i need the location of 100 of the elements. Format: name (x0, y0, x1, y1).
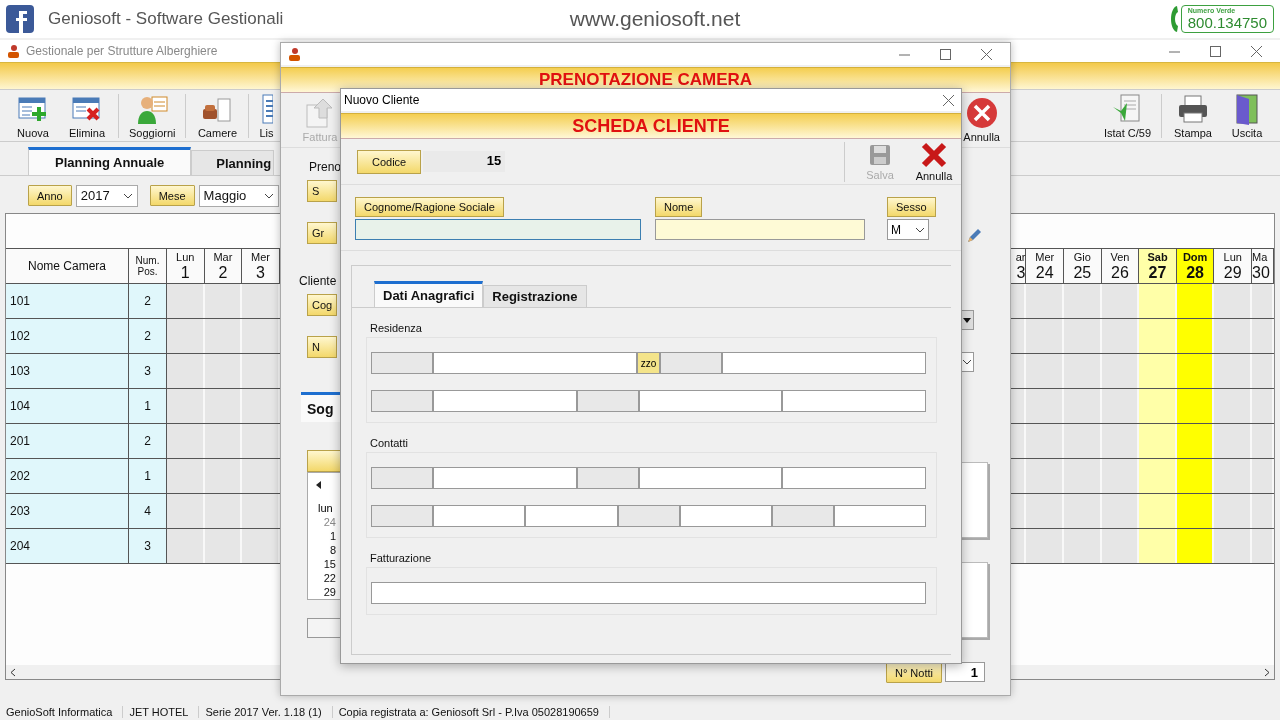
day-cell[interactable] (204, 284, 243, 318)
tab[interactable]: Planning Annuale (28, 147, 192, 175)
social-icon[interactable] (6, 5, 34, 33)
day-cell[interactable] (1101, 424, 1140, 458)
nights-button[interactable]: N° Notti (885, 662, 942, 683)
day-cell[interactable] (1176, 354, 1215, 388)
field-label-button[interactable]: Cog (307, 294, 338, 316)
tab[interactable]: Planning (191, 150, 275, 175)
toolbar-button[interactable]: Soggiorni (123, 90, 182, 141)
day-cell[interactable] (167, 494, 205, 528)
day-cell[interactable] (204, 424, 243, 458)
day-cell[interactable] (1139, 389, 1177, 423)
calendar-day[interactable]: 1 (329, 529, 340, 543)
toolbar-button[interactable]: Lis (253, 90, 278, 141)
scroll-right-icon[interactable] (1264, 667, 1270, 677)
day-cell[interactable] (204, 494, 243, 528)
day-cell[interactable] (204, 354, 243, 388)
input-field[interactable] (433, 352, 637, 374)
tab[interactable]: Sog (301, 392, 341, 422)
pencil-icon[interactable] (966, 228, 982, 244)
field-label-button[interactable]: Cognome/Ragione Sociale (355, 197, 504, 217)
input-field[interactable] (638, 390, 783, 412)
day-cell[interactable] (1101, 319, 1140, 353)
day-cell[interactable] (1214, 319, 1252, 353)
sex-select[interactable]: M (887, 219, 929, 240)
day-cell[interactable] (1139, 424, 1177, 458)
day-cell[interactable] (1214, 424, 1252, 458)
day-cell[interactable] (1026, 494, 1065, 528)
day-cell[interactable] (1176, 494, 1215, 528)
day-cell[interactable] (167, 319, 205, 353)
day-cell[interactable] (1101, 284, 1140, 318)
code-button[interactable]: Codice (357, 149, 422, 174)
day-cell[interactable] (1139, 284, 1177, 318)
input-field[interactable] (371, 582, 926, 604)
input-field[interactable] (355, 219, 641, 240)
day-cell[interactable] (1101, 494, 1140, 528)
maximize-icon[interactable] (1210, 45, 1221, 57)
day-cell[interactable] (1026, 459, 1065, 493)
toolbar-button[interactable]: Nuova (6, 90, 60, 141)
input-field[interactable] (525, 505, 618, 527)
day-cell[interactable] (167, 389, 205, 423)
day-cell[interactable] (167, 459, 205, 493)
calendar-day[interactable]: 15 (323, 557, 340, 571)
day-cell[interactable] (1064, 494, 1102, 528)
input-field[interactable] (833, 505, 926, 527)
day-cell[interactable] (1214, 459, 1252, 493)
day-cell[interactable] (1214, 354, 1252, 388)
field-label-button[interactable]: Nome (655, 197, 703, 217)
day-cell[interactable] (1064, 459, 1102, 493)
day-cell[interactable] (1026, 319, 1065, 353)
input-field[interactable] (782, 390, 926, 412)
input-field[interactable] (655, 219, 865, 240)
close-icon[interactable] (943, 94, 954, 106)
day-cell[interactable] (242, 529, 280, 563)
toolbar-button[interactable]: Elimina (60, 90, 114, 141)
day-cell[interactable] (1252, 424, 1274, 458)
day-cell[interactable] (1101, 529, 1140, 563)
day-cell[interactable] (167, 354, 205, 388)
toolbar-button[interactable]: Stampa (1166, 90, 1220, 141)
day-cell[interactable] (204, 459, 243, 493)
input-field[interactable] (679, 505, 772, 527)
day-cell[interactable] (1176, 284, 1215, 318)
day-cell[interactable] (1064, 284, 1102, 318)
input-field[interactable] (433, 390, 577, 412)
input-field[interactable] (638, 467, 783, 489)
day-cell[interactable] (242, 459, 280, 493)
day-cell[interactable] (1252, 529, 1274, 563)
option-button[interactable]: Gr (307, 222, 337, 244)
day-cell[interactable] (1064, 354, 1102, 388)
day-cell[interactable] (1139, 319, 1177, 353)
input-field[interactable] (307, 618, 341, 638)
day-cell[interactable] (1101, 389, 1140, 423)
day-cell[interactable] (242, 284, 280, 318)
day-cell[interactable] (1176, 424, 1215, 458)
input-field[interactable] (433, 467, 577, 489)
close-icon[interactable] (981, 48, 992, 60)
day-cell[interactable] (204, 529, 243, 563)
day-cell[interactable] (242, 494, 280, 528)
day-cell[interactable] (1252, 459, 1274, 493)
day-cell[interactable] (1026, 529, 1065, 563)
year-select[interactable]: 2017 (75, 184, 138, 207)
day-cell[interactable] (1176, 459, 1215, 493)
calendar-day[interactable]: 24 (323, 515, 340, 529)
day-cell[interactable] (167, 424, 205, 458)
day-cell[interactable] (1252, 494, 1274, 528)
calendar-day[interactable]: 29 (323, 585, 340, 599)
input-field[interactable] (722, 352, 926, 374)
day-cell[interactable] (1026, 354, 1065, 388)
day-cell[interactable] (1214, 529, 1252, 563)
day-cell[interactable] (242, 389, 280, 423)
nights-field[interactable]: 1 (945, 662, 985, 682)
day-cell[interactable] (1252, 389, 1274, 423)
cancel-button[interactable]: Annulla (961, 95, 1010, 145)
day-cell[interactable] (1064, 529, 1102, 563)
day-cell[interactable] (1252, 284, 1274, 318)
field-label-button[interactable]: Sesso (887, 197, 936, 217)
maximize-icon[interactable] (940, 48, 951, 60)
day-cell[interactable] (1101, 459, 1140, 493)
calendar-day[interactable]: 22 (323, 571, 340, 585)
field-label-button[interactable]: N (307, 336, 337, 358)
